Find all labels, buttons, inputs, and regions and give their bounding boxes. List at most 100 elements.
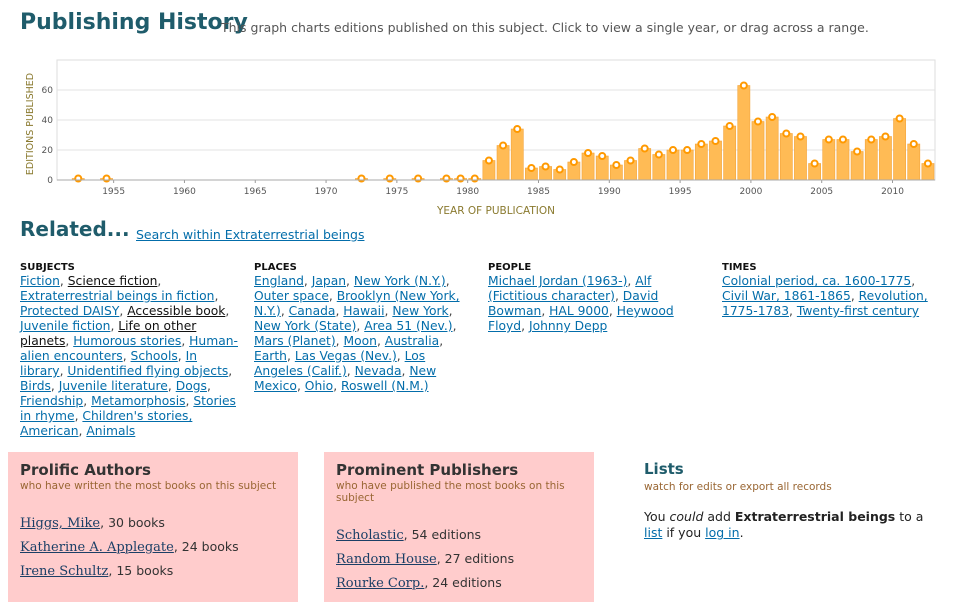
data-point[interactable]: [768, 113, 777, 121]
place-link[interactable]: Outer space: [254, 289, 329, 303]
subject-link[interactable]: Schools: [131, 349, 178, 363]
chart-bar[interactable]: [694, 143, 708, 181]
person-link[interactable]: Michael Jordan (1963-): [488, 274, 627, 288]
data-point[interactable]: [697, 140, 706, 148]
data-point[interactable]: [909, 140, 918, 148]
data-point[interactable]: [456, 174, 465, 183]
chart-bar[interactable]: [510, 128, 524, 181]
time-link[interactable]: Colonial period, ca. 1600-1775: [722, 274, 911, 288]
data-point[interactable]: [442, 174, 451, 183]
chart-bar[interactable]: [794, 136, 807, 181]
place-link[interactable]: Area 51 (Nev.): [364, 319, 452, 333]
place-link[interactable]: New York (State): [254, 319, 356, 333]
chart-bar[interactable]: [638, 148, 652, 181]
subject-link[interactable]: Science fiction: [68, 274, 158, 288]
data-point[interactable]: [782, 129, 791, 138]
data-point[interactable]: [385, 174, 394, 183]
place-link[interactable]: Nevada: [355, 364, 402, 378]
publisher-name-link[interactable]: Rourke Corp.: [336, 576, 424, 591]
subject-link[interactable]: Animals: [86, 424, 135, 438]
chart-bar[interactable]: [779, 133, 793, 181]
chart-bar[interactable]: [864, 139, 878, 181]
subject-link[interactable]: Juvenile literature: [59, 379, 168, 393]
data-point[interactable]: [640, 144, 649, 153]
data-point[interactable]: [753, 117, 762, 126]
data-point[interactable]: [683, 146, 692, 154]
person-link[interactable]: Johnny Depp: [529, 319, 607, 333]
place-link[interactable]: Earth: [254, 349, 287, 363]
data-point[interactable]: [555, 165, 564, 174]
data-point[interactable]: [74, 174, 83, 183]
author-name-link[interactable]: Irene Schultz: [20, 564, 108, 579]
place-link[interactable]: New York: [392, 304, 448, 318]
chart-bar[interactable]: [765, 116, 779, 181]
chart-bar[interactable]: [836, 139, 850, 181]
subject-link[interactable]: Fiction: [20, 274, 60, 288]
chart-bar[interactable]: [907, 143, 921, 181]
place-link[interactable]: Las Vegas (Nev.): [295, 349, 397, 363]
chart-bar[interactable]: [496, 145, 510, 181]
author-name-link[interactable]: Katherine A. Applegate: [20, 540, 174, 555]
place-link[interactable]: Canada: [289, 304, 336, 318]
chart-bar[interactable]: [666, 149, 680, 181]
data-point[interactable]: [739, 81, 748, 90]
subject-link[interactable]: Birds: [20, 379, 51, 393]
data-point[interactable]: [598, 152, 607, 160]
data-point[interactable]: [513, 125, 522, 133]
login-link[interactable]: log in: [705, 525, 739, 540]
subject-link[interactable]: Friendship: [20, 394, 83, 408]
place-link[interactable]: Australia: [385, 334, 439, 348]
author-name-link[interactable]: Higgs, Mike: [20, 516, 100, 531]
place-link[interactable]: Ohio: [305, 379, 333, 393]
data-point[interactable]: [541, 162, 550, 171]
subject-link[interactable]: Metamorphosis: [91, 394, 185, 408]
data-point[interactable]: [612, 161, 621, 169]
data-point[interactable]: [867, 135, 876, 144]
subject-link[interactable]: Protected DAISY: [20, 304, 119, 318]
data-point[interactable]: [484, 156, 493, 165]
data-point[interactable]: [357, 174, 366, 183]
data-point[interactable]: [470, 174, 479, 183]
chart-bar[interactable]: [822, 139, 836, 181]
data-point[interactable]: [923, 159, 932, 168]
data-point[interactable]: [626, 156, 635, 165]
data-point[interactable]: [711, 137, 720, 145]
data-point[interactable]: [810, 159, 819, 168]
data-point[interactable]: [895, 114, 904, 123]
data-point[interactable]: [881, 132, 890, 141]
publisher-name-link[interactable]: Scholastic: [336, 528, 404, 543]
chart-bar[interactable]: [737, 85, 751, 181]
data-point[interactable]: [527, 164, 536, 172]
chart-bar[interactable]: [581, 152, 595, 181]
chart-bar[interactable]: [850, 151, 864, 181]
place-link[interactable]: Hawaii: [343, 304, 384, 318]
time-link[interactable]: Twenty-first century: [797, 304, 919, 318]
place-link[interactable]: Japan: [312, 274, 346, 288]
person-link[interactable]: HAL 9000: [549, 304, 609, 318]
subject-link[interactable]: Dogs: [176, 379, 207, 393]
data-point[interactable]: [796, 132, 805, 141]
place-link[interactable]: Roswell (N.M.): [341, 379, 429, 393]
place-link[interactable]: Moon: [344, 334, 377, 348]
place-link[interactable]: Mars (Planet): [254, 334, 336, 348]
chart-bar[interactable]: [709, 140, 722, 181]
data-point[interactable]: [584, 149, 593, 157]
data-point[interactable]: [669, 146, 678, 154]
chart-bar[interactable]: [680, 149, 694, 181]
data-point[interactable]: [853, 147, 862, 156]
chart-bar[interactable]: [751, 121, 765, 181]
publishing-history-chart[interactable]: 0 20 40 60 1955 1960 1965 1970 1975 1980 1985 1990 1…: [0, 50, 959, 220]
subject-link[interactable]: Accessible book: [127, 304, 225, 318]
subject-link[interactable]: Humorous stories: [73, 334, 181, 348]
data-point[interactable]: [414, 174, 423, 183]
data-point[interactable]: [654, 150, 663, 159]
time-link[interactable]: Civil War, 1861-1865: [722, 289, 851, 303]
data-point[interactable]: [725, 122, 734, 130]
data-point[interactable]: [499, 141, 508, 150]
data-point[interactable]: [838, 135, 847, 144]
publisher-name-link[interactable]: Random House: [336, 552, 437, 567]
search-within-link[interactable]: Search within Extraterrestrial beings: [136, 227, 364, 242]
place-link[interactable]: New York (N.Y.): [354, 274, 446, 288]
subject-link[interactable]: Unidentified flying objects: [67, 364, 228, 378]
place-link[interactable]: England: [254, 274, 304, 288]
